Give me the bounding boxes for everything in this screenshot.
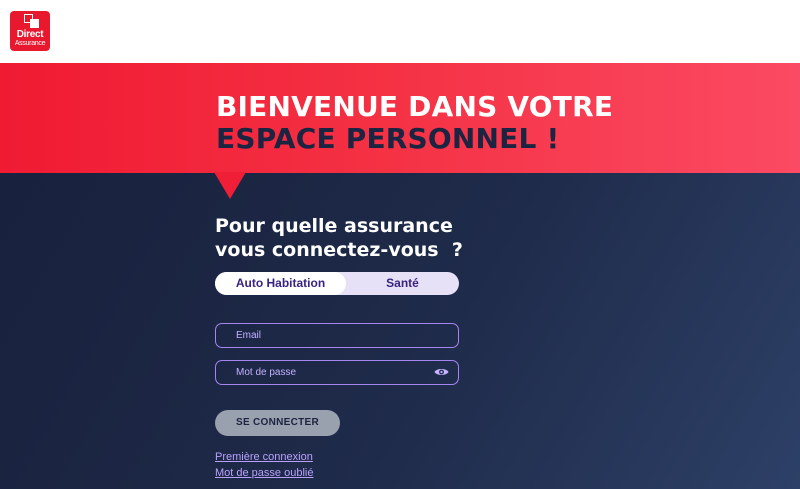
welcome-title: BIENVENUE DANS VOTRE ESPACE PERSONNEL ! xyxy=(216,91,613,155)
welcome-title-line1: BIENVENUE DANS VOTRE xyxy=(216,90,614,123)
insurance-question: Pour quelle assurance vous connectez-vou… xyxy=(215,214,463,262)
question-line1: Pour quelle assurance xyxy=(215,215,453,237)
question-line2: vous connectez-vous ? xyxy=(215,239,463,261)
login-button[interactable]: SE CONNECTER xyxy=(215,410,340,436)
forgot-password-link[interactable]: Mot de passe oublié xyxy=(215,467,313,479)
email-field xyxy=(215,323,459,348)
direct-assurance-logo[interactable]: Direct Assurance xyxy=(10,11,50,51)
tab-auto-habitation[interactable]: Auto Habitation xyxy=(215,272,346,295)
insurance-type-toggle: Auto Habitation Santé xyxy=(215,272,459,295)
banner-pointer xyxy=(214,172,246,199)
password-field xyxy=(215,360,459,385)
eye-icon[interactable] xyxy=(434,367,449,377)
logo-text-direct: Direct xyxy=(16,29,44,40)
welcome-title-line2: ESPACE PERSONNEL ! xyxy=(216,122,560,155)
logo-square-filled xyxy=(30,19,39,28)
logo-text-assurance: Assurance xyxy=(14,40,46,47)
email-input[interactable] xyxy=(236,324,426,346)
first-login-link[interactable]: Première connexion xyxy=(215,451,313,463)
tab-sante[interactable]: Santé xyxy=(346,272,459,295)
password-input[interactable] xyxy=(236,361,426,383)
top-bar: Direct Assurance xyxy=(0,0,800,63)
